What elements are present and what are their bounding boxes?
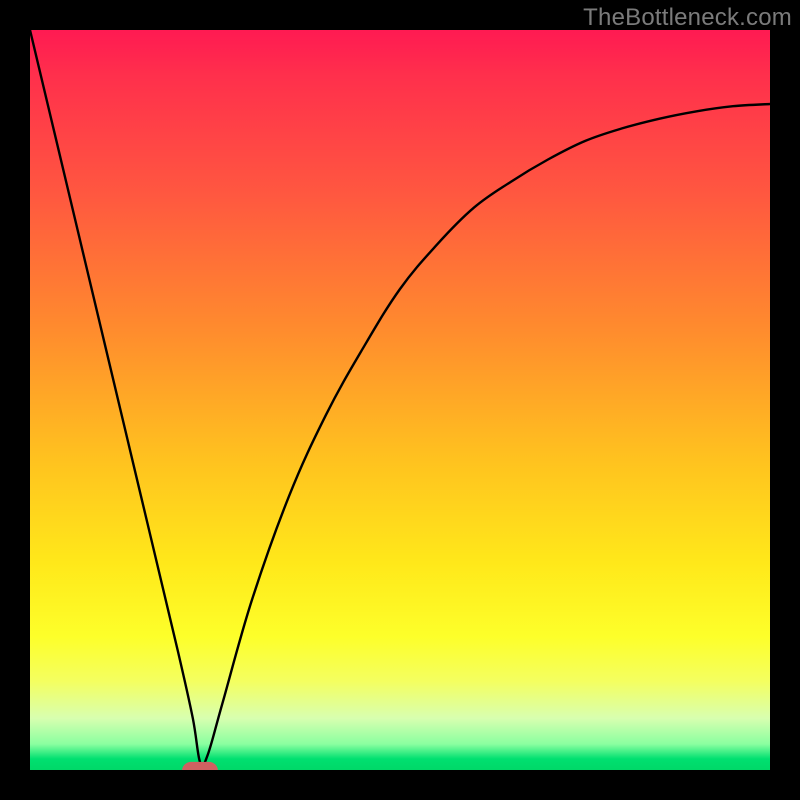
plot-area (30, 30, 770, 770)
watermark-text: TheBottleneck.com (583, 4, 792, 32)
optimal-marker (182, 762, 218, 770)
chart-canvas: TheBottleneck.com (0, 0, 800, 800)
bottleneck-curve (30, 30, 770, 766)
curve-svg (30, 30, 770, 770)
